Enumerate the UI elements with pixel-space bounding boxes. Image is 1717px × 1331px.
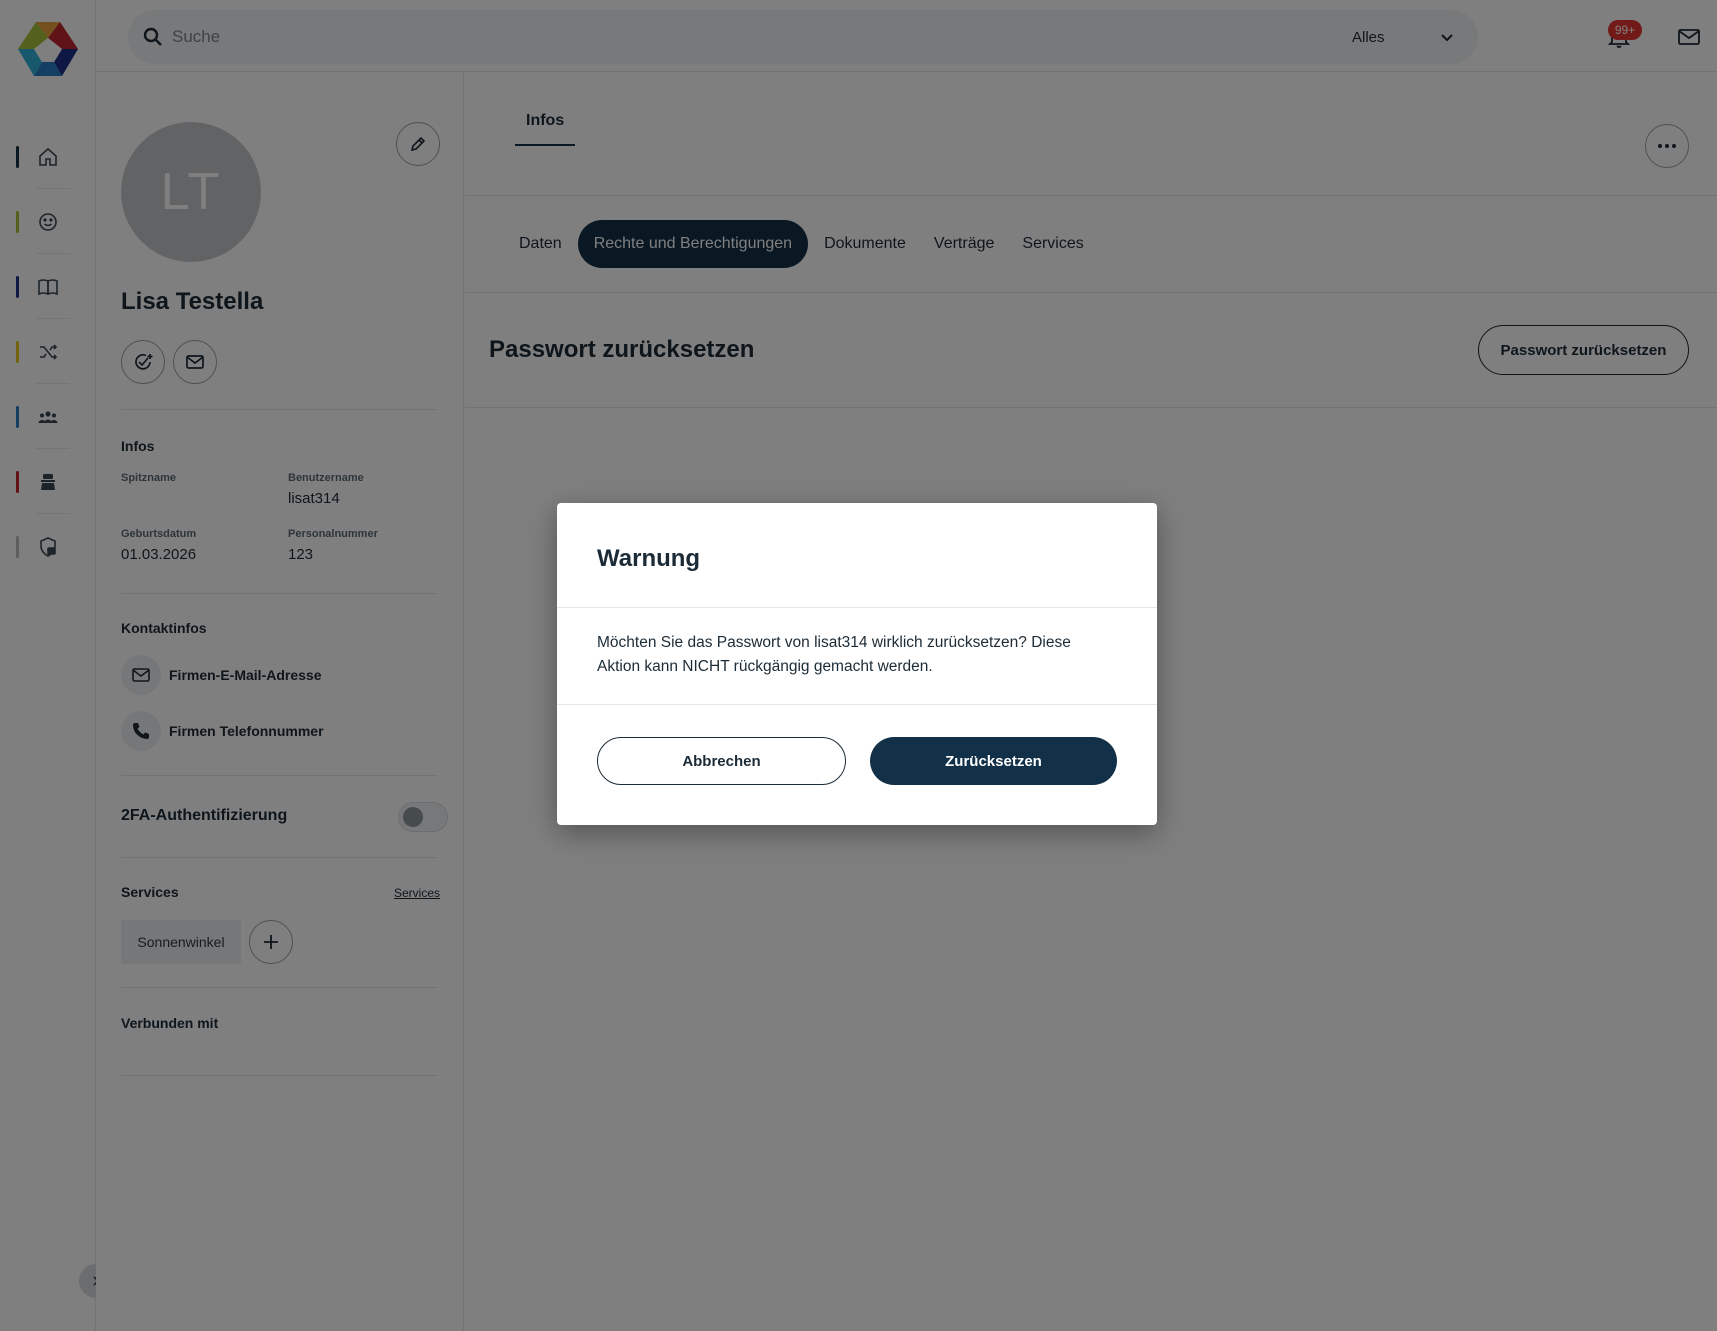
cancel-button[interactable]: Abbrechen [597, 737, 846, 785]
dialog-message: Möchten Sie das Passwort von lisat314 wi… [597, 634, 1071, 675]
warning-dialog: Warnung Möchten Sie das Passwort von lis… [557, 503, 1157, 825]
confirm-reset-button[interactable]: Zurücksetzen [870, 737, 1117, 785]
dialog-title: Warnung [597, 545, 701, 572]
